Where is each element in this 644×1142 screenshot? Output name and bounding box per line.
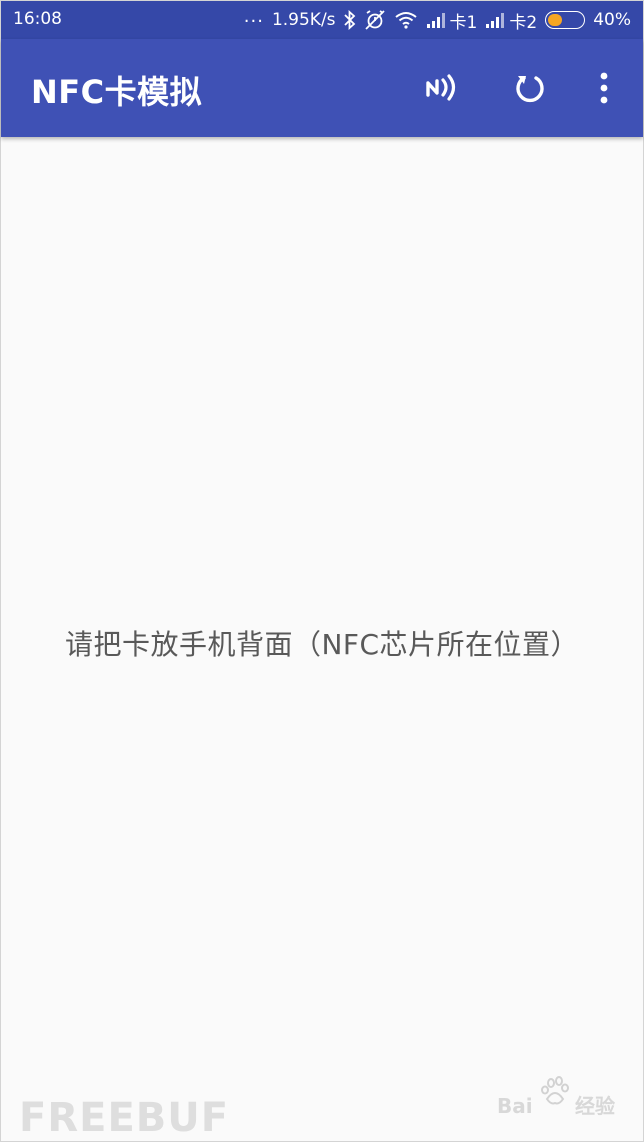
instruction-text: 请把卡放手机背面（NFC芯片所在位置） — [64, 628, 580, 661]
sim1-label: 卡1 — [449, 12, 478, 33]
battery-icon — [545, 11, 586, 29]
overflow-menu-button[interactable] — [581, 65, 627, 111]
network-speed: 1.95K/s — [271, 10, 336, 30]
sim2-label: 卡2 — [509, 12, 538, 33]
more-notifications-indicator: ... — [243, 5, 264, 27]
nfc-button[interactable] — [421, 65, 467, 111]
signal-icon — [426, 12, 448, 28]
sim2-signal: 卡2 — [485, 8, 537, 33]
status-bar: 16:08 ... 1.95K/s 卡1 卡2 40% — [1, 1, 643, 39]
sim1-signal: 卡1 — [426, 8, 478, 33]
refresh-button[interactable] — [507, 65, 553, 111]
nfc-icon — [426, 74, 456, 101]
freebuf-watermark: FREEBUF — [19, 1095, 230, 1141]
app-bar: NFC卡模拟 — [1, 39, 643, 137]
main-content: 请把卡放手机背面（NFC芯片所在位置） — [1, 137, 643, 1141]
status-time: 16:08 — [13, 9, 62, 29]
battery-percent: 40% — [593, 10, 631, 30]
app-title: NFC卡模拟 — [31, 73, 203, 111]
battery-level — [548, 14, 562, 26]
bluetooth-icon — [343, 10, 356, 30]
signal-icon — [485, 12, 507, 28]
svg-text:Bai: Bai — [497, 1094, 533, 1118]
more-vert-icon — [600, 72, 608, 104]
alarm-off-icon — [364, 9, 386, 31]
refresh-icon — [516, 76, 544, 103]
baidu-watermark: Bai 经验 — [497, 1076, 615, 1118]
status-indicators: ... 1.95K/s 卡1 卡2 40% — [244, 1, 631, 39]
svg-text:经验: 经验 — [575, 1094, 615, 1118]
wifi-icon — [394, 11, 418, 29]
